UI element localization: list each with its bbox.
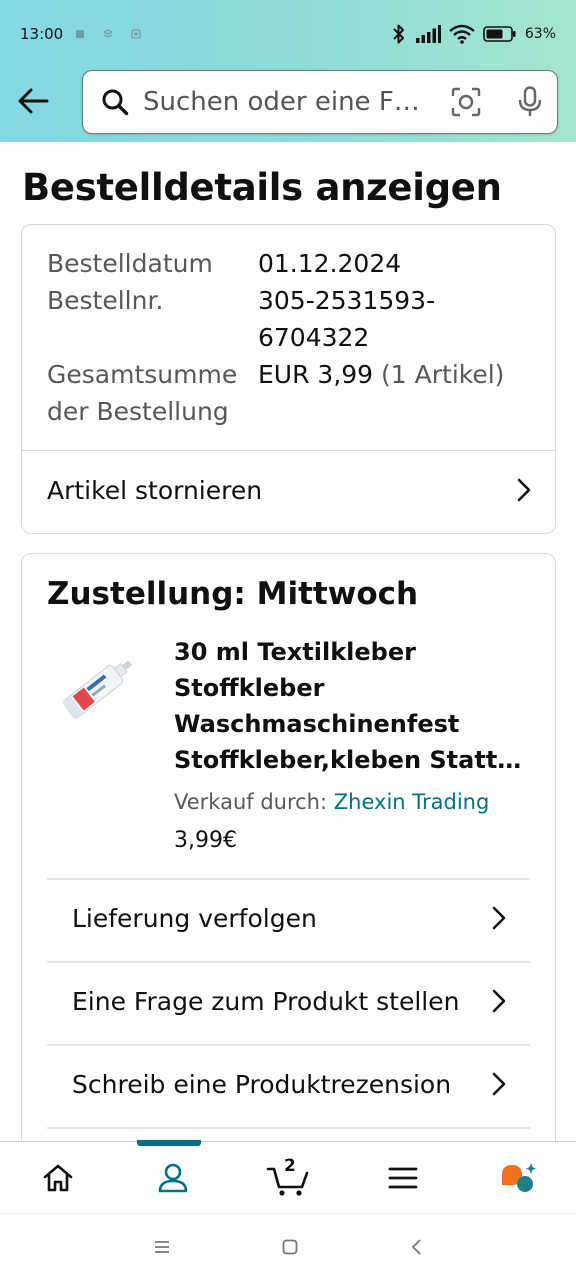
battery-percent: 63% [524, 26, 556, 42]
order-date-value: 01.12.2024 [258, 249, 402, 278]
notification-icon [103, 29, 114, 38]
ask-product-question-label: Eine Frage zum Produkt stellen [72, 986, 460, 1016]
divider [22, 450, 555, 451]
nav-cart[interactable]: 2 [230, 1142, 345, 1214]
divider [47, 878, 530, 880]
divider [47, 1044, 530, 1046]
nav-menu[interactable] [346, 1142, 461, 1214]
page-title: Bestelldetails anzeigen [22, 166, 502, 209]
signal-icon [415, 25, 441, 43]
wifi-icon [449, 24, 475, 44]
home-button-icon[interactable] [281, 1238, 299, 1256]
track-delivery-label: Lieferung verfolgen [72, 903, 317, 933]
search-icon [102, 89, 129, 116]
search-input[interactable] [143, 87, 441, 117]
system-back-icon[interactable] [409, 1238, 423, 1256]
seller-link[interactable]: Zhexin Trading [334, 790, 490, 814]
status-bar: 13:00 63% [0, 0, 576, 68]
status-time: 13:00 [20, 25, 64, 43]
back-arrow-icon [18, 88, 49, 114]
track-delivery-link[interactable]: Lieferung verfolgen [72, 898, 510, 938]
chevron-right-icon [488, 906, 510, 930]
product-title-line: 30 ml Textilkleber [174, 638, 416, 666]
order-number-value: 305-2531593- [258, 286, 436, 315]
bottom-nav: 2 [0, 1139, 576, 1214]
seller-prefix: Verkauf durch: [174, 790, 328, 814]
search-bar[interactable] [82, 70, 558, 134]
chevron-right-icon [488, 989, 510, 1013]
recent-apps-icon[interactable] [153, 1239, 171, 1255]
chevron-right-icon [513, 478, 535, 502]
write-review-link[interactable]: Schreib eine Produktrezension [72, 1064, 510, 1104]
product-title-line: Stoffkleber,kleben Statt… [174, 746, 522, 774]
account-icon [158, 1163, 188, 1192]
nav-home[interactable] [0, 1142, 115, 1214]
nav-account[interactable] [115, 1139, 230, 1214]
cancel-items-link[interactable]: Artikel stornieren [22, 470, 555, 510]
assistant-icon [502, 1162, 537, 1192]
nav-assistant[interactable] [461, 1142, 576, 1214]
search-row [0, 68, 576, 134]
product-price: 3,99€ [174, 828, 237, 853]
product-image[interactable] [52, 640, 142, 735]
order-total-label: Gesamtsumme [47, 360, 238, 389]
chevron-right-icon [488, 1072, 510, 1096]
seller-info: Verkauf durch: Zhexin Trading [174, 790, 489, 814]
microphone-icon[interactable] [517, 86, 543, 118]
menu-icon [388, 1167, 418, 1188]
delivery-card: Zustellung: Mittwoch 30 ml Textilkleber … [21, 553, 556, 1173]
order-total-label-cont: der Bestellung [47, 397, 229, 426]
cancel-items-label: Artikel stornieren [47, 475, 263, 505]
ask-product-question-link[interactable]: Eine Frage zum Produkt stellen [72, 981, 510, 1021]
home-icon [43, 1164, 72, 1191]
order-summary-card: Bestelldatum 01.12.2024 Bestellnr. 305-2… [21, 224, 556, 534]
divider [47, 961, 530, 963]
order-total-value: EUR 3,99 (1 Artikel) [258, 356, 504, 393]
divider [47, 1127, 530, 1129]
system-nav-bar [0, 1213, 576, 1280]
write-review-label: Schreib eine Produktrezension [72, 1069, 452, 1099]
delivery-title: Zustellung: Mittwoch [47, 576, 419, 612]
back-button[interactable] [14, 82, 52, 120]
notification-icon [131, 29, 141, 39]
order-total-amount: EUR 3,99 [258, 360, 374, 389]
cart-count-badge: 2 [284, 1155, 296, 1176]
product-title-line: Waschmaschinenfest [174, 710, 460, 738]
order-number-label: Bestellnr. [47, 286, 164, 315]
camera-scan-icon[interactable] [451, 87, 481, 117]
active-tab-indicator [137, 1139, 202, 1146]
product-title-line: Stoffkleber [174, 674, 325, 702]
notification-icon [76, 30, 85, 38]
order-total-items: (1 Artikel) [381, 360, 505, 389]
product-title[interactable]: 30 ml Textilkleber Stoffkleber Waschmasc… [174, 634, 524, 778]
glue-tube-image [62, 660, 133, 720]
battery-icon [483, 26, 516, 42]
order-number-value-cont: 6704322 [258, 323, 370, 352]
order-date-label: Bestelldatum [47, 249, 213, 278]
bluetooth-icon [393, 24, 404, 44]
